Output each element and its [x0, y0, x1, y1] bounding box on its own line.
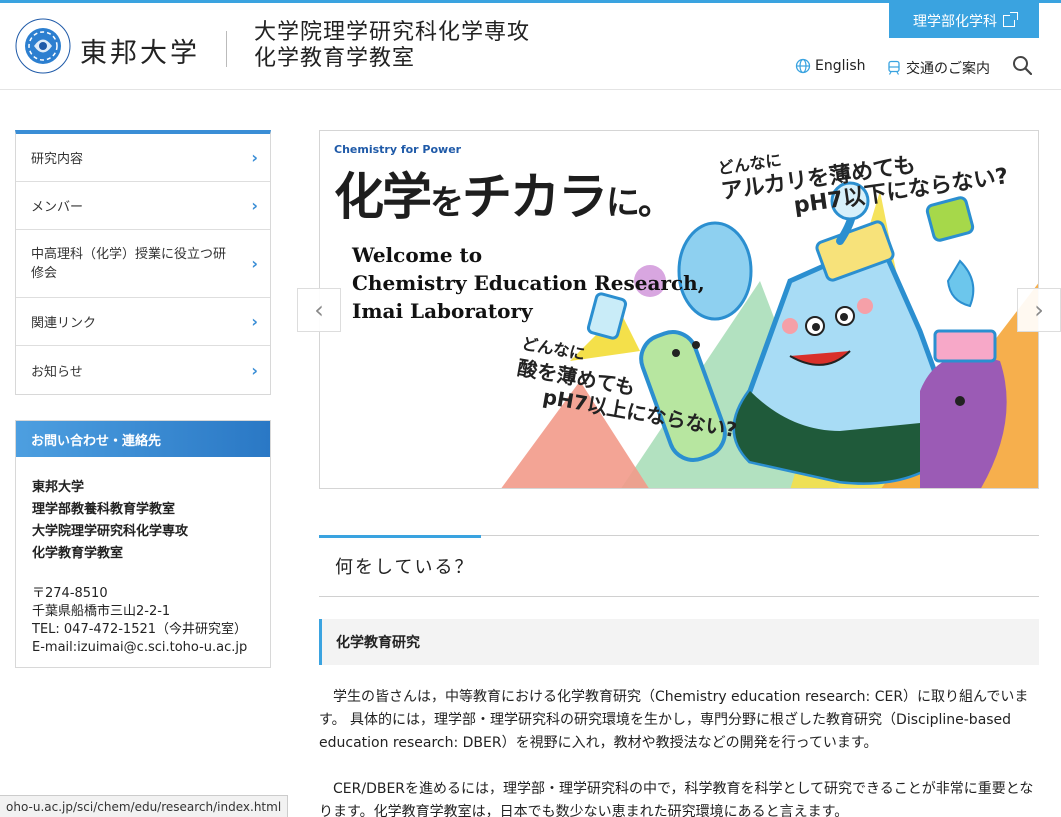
chevron-right-icon: ›	[1034, 296, 1044, 324]
slide-welcome-line: Welcome to	[352, 243, 483, 267]
faculty-chemistry-link-label: 理学部化学科	[913, 13, 997, 30]
chevron-right-icon: ›	[251, 312, 258, 331]
subsection-heading: 化学教育研究	[319, 619, 1039, 665]
department-title[interactable]: 大学院理学研究科化学専攻 化学教育学教室	[254, 20, 530, 72]
contact-org-line: 理学部教養科教育学教室	[32, 502, 176, 517]
slide-headline-part: を	[430, 183, 464, 223]
sidebar-item-label: メンバー	[31, 200, 84, 215]
sidebar-item-research[interactable]: 研究内容 ›	[16, 134, 270, 182]
chevron-right-icon: ›	[251, 254, 258, 273]
contact-address: 〒274-8510 千葉県船橋市三山2-2-1 TEL: 047-472-152…	[32, 585, 255, 657]
globe-icon	[795, 58, 811, 74]
sidebar-item-label: お知らせ	[31, 364, 83, 380]
slide-headline-part: 化学	[334, 168, 432, 226]
sidebar-item-links[interactable]: 関連リンク ›	[16, 298, 270, 346]
status-bar-url: oho-u.ac.jp/sci/chem/edu/research/index.…	[0, 795, 289, 817]
contact-phone: TEL: 047-472-1521（今井研究室）	[32, 622, 248, 637]
search-icon[interactable]	[1012, 55, 1032, 75]
access-link[interactable]: 交通のご案内	[886, 58, 990, 78]
contact-org-line: 大学院理学研究科化学専攻	[32, 524, 189, 539]
sidebar-item-label: 研究内容	[31, 152, 84, 167]
contact-org-line: 東邦大学	[32, 480, 85, 495]
chevron-left-icon: ‹	[314, 296, 324, 324]
train-icon	[888, 60, 900, 75]
access-link-label: 交通のご案内	[906, 61, 990, 77]
sidebar-item-label: 関連リンク	[31, 316, 97, 331]
site-header: 東邦大学 大学院理学研究科化学専攻 化学教育学教室 理学部化学科 English…	[0, 3, 1061, 90]
contact-email[interactable]: E-mail:izuimai@c.sci.toho-u.ac.jp	[32, 639, 255, 657]
body-paragraph: CER/DBERを進めるには，理学部・理学研究科の中で，科学教育を科学として研究…	[319, 781, 1034, 817]
chevron-right-icon: ›	[251, 148, 258, 167]
university-emblem-icon[interactable]	[14, 17, 72, 75]
slide-tagline: Chemistry for Power	[334, 143, 462, 156]
contact-postal-code: 〒274-8510	[32, 586, 108, 601]
slide-headline: 化学をチカラに。	[334, 157, 672, 229]
section-title: 何をしている？	[335, 557, 475, 578]
slide-welcome-line: Imai Laboratory	[352, 299, 533, 323]
university-name[interactable]: 東邦大学	[80, 31, 200, 70]
department-title-line2: 化学教育学教室	[254, 46, 416, 71]
chevron-right-icon: ›	[251, 196, 258, 215]
english-link[interactable]: English	[795, 58, 866, 74]
sidebar-item-label: 中高理科（化学）授業に役立つ研修会	[31, 246, 227, 281]
contact-box: お問い合わせ・連絡先 東邦大学 理学部教養科教育学教室 大学院理学研究科化学専攻…	[15, 420, 271, 668]
contact-organization: 東邦大学 理学部教養科教育学教室 大学院理学研究科化学専攻 化学教育学教室	[32, 477, 255, 565]
faculty-chemistry-link-button[interactable]: 理学部化学科	[889, 3, 1039, 38]
sidebar-item-news[interactable]: お知らせ ›	[16, 346, 270, 394]
slide-welcome-text: Welcome to Chemistry Education Research,…	[352, 241, 705, 325]
contact-body: 東邦大学 理学部教養科教育学教室 大学院理学研究科化学専攻 化学教育学教室 〒2…	[16, 457, 270, 667]
contact-street: 千葉県船橋市三山2-2-1	[32, 604, 171, 619]
slide-welcome-line: Chemistry Education Research,	[352, 271, 705, 295]
slider-next-button[interactable]: ›	[1017, 288, 1061, 332]
department-title-line1: 大学院理学研究科化学専攻	[254, 20, 531, 45]
sidebar-item-members[interactable]: メンバー ›	[16, 182, 270, 230]
external-link-icon	[1003, 11, 1018, 27]
hero-slider[interactable]: Chemistry for Power 化学をチカラに。 Welcome to …	[319, 130, 1039, 489]
chevron-right-icon: ›	[251, 360, 258, 380]
contact-heading: お問い合わせ・連絡先	[16, 421, 270, 457]
section-header: 何をしている？	[319, 535, 1039, 597]
sidebar-nav: 研究内容 › メンバー › 中高理科（化学）授業に役立つ研修会 › 関連リンク …	[15, 130, 271, 395]
slide-headline-part: に。	[606, 183, 672, 223]
slider-prev-button[interactable]: ‹	[297, 288, 341, 332]
contact-org-line: 化学教育学教室	[32, 546, 124, 561]
header-divider	[226, 31, 227, 67]
body-paragraph: 学生の皆さんは，中等教育における化学教育研究（Chemistry educati…	[319, 689, 1029, 751]
sidebar-item-workshop[interactable]: 中高理科（化学）授業に役立つ研修会 ›	[16, 230, 270, 298]
slide-headline-part: チカラ	[462, 168, 608, 226]
english-link-label: English	[815, 58, 866, 74]
